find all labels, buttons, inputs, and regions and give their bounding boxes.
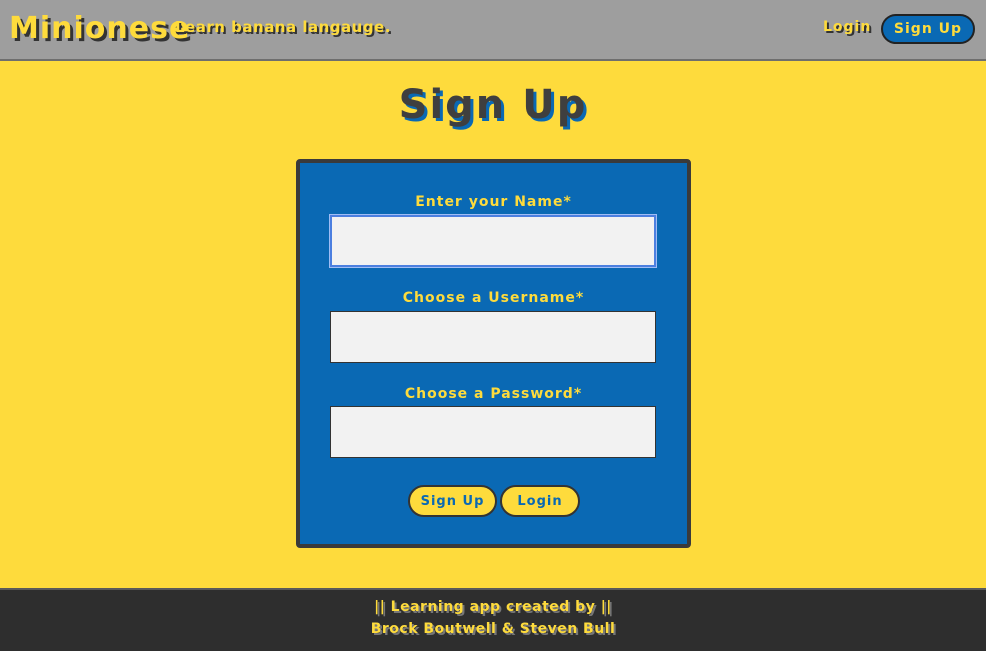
footer: || Learning app created by || Brock Bout… (0, 588, 986, 651)
brand-logo[interactable]: Minionese (9, 11, 190, 46)
password-field-label: Choose a Password* (404, 386, 583, 402)
name-field[interactable] (330, 215, 656, 267)
brand-tagline: Learn banana langauge. (175, 18, 391, 36)
page-title: Sign Up (398, 82, 588, 128)
login-button[interactable]: Login (500, 485, 580, 517)
username-field[interactable] (330, 311, 656, 363)
username-field-label: Choose a Username* (402, 290, 585, 306)
signup-submit-button[interactable]: Sign Up (408, 485, 497, 517)
footer-authors: Brock Boutwell & Steven Bull (370, 621, 616, 637)
nav-signup-button[interactable]: Sign Up (881, 14, 975, 44)
name-field-label: Enter your Name* (415, 194, 572, 210)
signup-form: Enter your Name* Choose a Username* Choo… (296, 159, 691, 548)
nav-login-link[interactable]: Login (823, 19, 871, 35)
password-field[interactable] (330, 406, 656, 458)
footer-credit-line: || Learning app created by || (374, 599, 612, 615)
top-navbar: Minionese Learn banana langauge. Login S… (0, 0, 986, 61)
